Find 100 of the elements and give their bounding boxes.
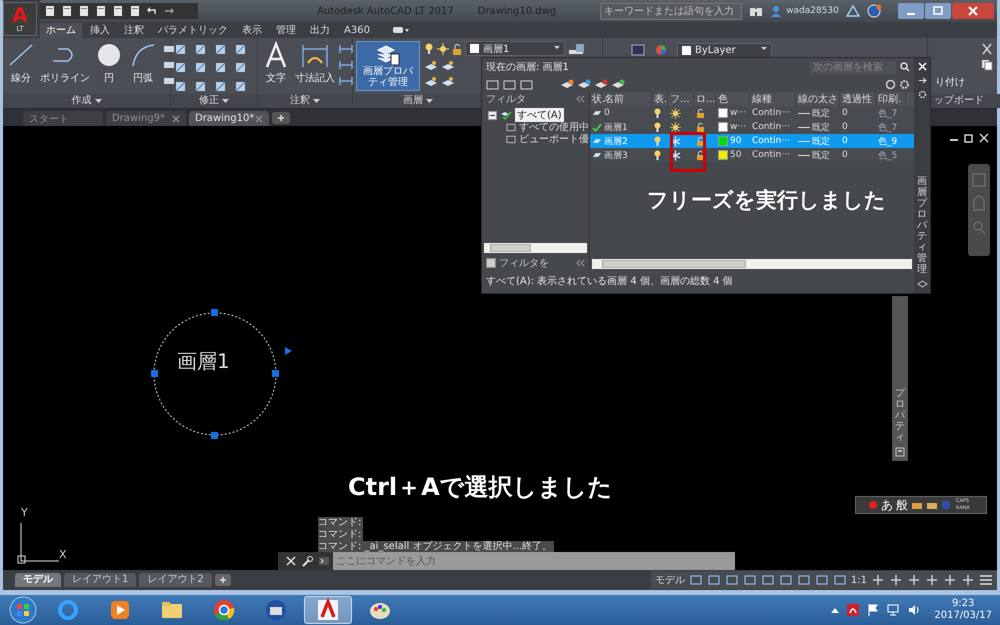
layer-properties-button[interactable]: 画層プロパティ管理	[356, 41, 420, 91]
clock-time[interactable]: 9:23	[952, 598, 974, 610]
caret-icon[interactable]	[94, 98, 102, 104]
ribbon-tab[interactable]: ホーム	[40, 22, 82, 38]
selected-circle-drawing[interactable]	[151, 309, 293, 439]
panel-toggle-icon[interactable]	[392, 25, 410, 35]
invert-filter-checkbox[interactable]	[486, 258, 496, 268]
layer-tool-icon[interactable]	[611, 78, 625, 90]
status-toggle-icon[interactable]	[925, 574, 939, 586]
caret-icon[interactable]	[222, 98, 229, 104]
ribbon-tab[interactable]: パラメトリック	[152, 22, 234, 38]
layer-tool-icon[interactable]	[560, 78, 574, 90]
triangle-icon[interactable]	[846, 5, 860, 17]
refresh-icon[interactable]	[885, 78, 896, 90]
annotation-tool-button[interactable]: 文字	[261, 41, 291, 85]
wrench-icon[interactable]	[301, 555, 313, 567]
filter-tool-icon[interactable]	[486, 78, 500, 90]
panel-title[interactable]: 注釈	[258, 94, 352, 108]
status-toggle-icon[interactable]	[943, 574, 957, 586]
padlock-icon[interactable]	[696, 150, 705, 160]
settings-icon[interactable]	[899, 78, 910, 90]
lightbulb-icon[interactable]	[654, 108, 661, 118]
tool-icon[interactable]	[441, 60, 455, 72]
draw-tool-button[interactable]: 線分	[6, 41, 36, 85]
color-swatch[interactable]	[718, 136, 728, 146]
scissors-icon[interactable]	[981, 43, 993, 55]
status-toggle-icon[interactable]	[889, 574, 903, 586]
layer-tool-icon[interactable]	[577, 78, 591, 90]
tool-icon[interactable]	[339, 59, 353, 71]
ribbon-tab[interactable]: 管理	[270, 22, 302, 38]
color-swatch[interactable]	[718, 122, 728, 132]
document-tab[interactable]: Drawing10*	[189, 111, 269, 126]
taskbar-app-button[interactable]	[304, 596, 352, 624]
tool-icon[interactable]	[162, 43, 176, 55]
padlock-icon[interactable]	[696, 108, 705, 118]
undo-icon[interactable]	[146, 5, 158, 17]
padlock-icon[interactable]	[696, 136, 705, 146]
status-toggle-icon[interactable]	[778, 574, 793, 586]
restore-icon[interactable]	[964, 133, 974, 143]
tool-icon[interactable]	[234, 43, 248, 56]
draw-tool-button[interactable]: 円弧	[128, 41, 158, 85]
layer-search-field[interactable]: 次の画層を検索	[810, 60, 896, 74]
redo-icon[interactable]	[163, 5, 175, 17]
add-tab-icon[interactable]	[272, 112, 290, 124]
status-toggle-icon[interactable]	[796, 574, 811, 586]
layer-dropdown[interactable]: 画層1	[465, 41, 565, 56]
tool-icon[interactable]	[194, 80, 208, 93]
layout-tab[interactable]: レイアウト1	[64, 573, 136, 587]
command-input-field[interactable]: ここにコマンドを入力	[333, 552, 735, 570]
panel-title[interactable]: ップボード	[928, 94, 1000, 108]
toolbar-icon[interactable]	[112, 5, 124, 17]
color-dropdown[interactable]: ByLayer	[677, 42, 772, 58]
tool-icon[interactable]	[424, 60, 438, 72]
dictionary-indicator[interactable]: 般	[896, 496, 908, 514]
flag-icon[interactable]	[867, 603, 880, 617]
search-icon[interactable]	[900, 62, 910, 72]
sun-icon[interactable]	[670, 108, 681, 118]
tool-icon[interactable]	[174, 61, 188, 74]
maximize-icon[interactable]	[925, 3, 951, 19]
padlock-icon[interactable]	[696, 122, 705, 132]
snowflake-icon[interactable]	[670, 150, 681, 160]
panel-title[interactable]: 修正	[171, 94, 257, 108]
annotation-scale-button[interactable]: 1:1	[850, 574, 867, 586]
tool-icon[interactable]	[234, 61, 248, 74]
layer-text-label[interactable]: 画層1	[177, 348, 230, 375]
toolbar-icon[interactable]	[95, 5, 107, 17]
toolbar-icon[interactable]	[44, 5, 56, 17]
color-wheel-icon[interactable]	[655, 44, 667, 56]
snowflake-icon[interactable]	[670, 136, 681, 146]
collapse-icon[interactable]	[575, 259, 585, 267]
filter-tree-item[interactable]: ビューポート優	[519, 132, 589, 146]
filter-tree-item[interactable]: すべて(A)	[515, 108, 564, 122]
tool-icon[interactable]	[441, 76, 455, 88]
lightbulb-icon[interactable]	[654, 122, 661, 132]
copy-icon[interactable]	[981, 59, 993, 71]
tool-icon[interactable]	[234, 80, 248, 93]
tool-icon[interactable]	[339, 43, 353, 55]
toolbox-icon[interactable]	[926, 500, 938, 510]
ribbon-tab[interactable]: 表示	[236, 22, 268, 38]
tool-icon[interactable]	[162, 59, 176, 71]
help-icon[interactable]	[866, 4, 881, 18]
clock-date[interactable]: 2017/03/17	[934, 610, 992, 622]
layer-tool-icon[interactable]	[594, 78, 608, 90]
binoculars-icon[interactable]	[749, 5, 764, 17]
tool-icon[interactable]	[174, 43, 188, 56]
model-space-button[interactable]: モデル	[654, 573, 685, 587]
filter-tool-icon[interactable]	[520, 78, 534, 90]
panel-title[interactable]: 画層	[353, 94, 483, 108]
caret-up-icon[interactable]	[831, 607, 840, 613]
horizontal-scrollbar[interactable]	[592, 259, 912, 269]
auto-hide-icon[interactable]	[918, 76, 926, 85]
record-dot-icon[interactable]	[868, 500, 878, 510]
add-tab-icon[interactable]	[214, 574, 231, 586]
window-icon[interactable]	[631, 44, 645, 56]
command-prompt-icon[interactable]	[318, 556, 330, 566]
toolbar-icon[interactable]	[61, 5, 73, 17]
tool-icon[interactable]	[214, 43, 228, 56]
lightbulb-icon[interactable]	[424, 42, 434, 54]
menu-icon[interactable]	[979, 574, 993, 586]
tool-icon[interactable]	[339, 75, 353, 87]
